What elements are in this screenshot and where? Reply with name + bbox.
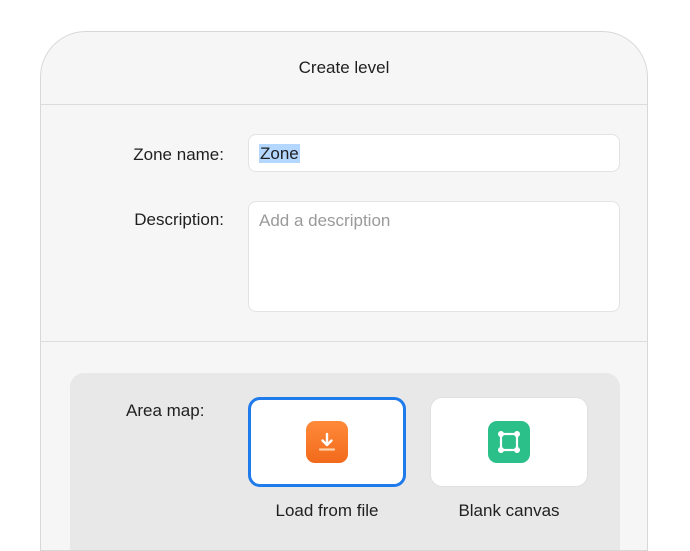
zone-name-label: Zone name: bbox=[133, 145, 224, 164]
description-field[interactable]: Add a description bbox=[248, 201, 620, 312]
area-map-panel: Area map: Load from file Blank canvas bbox=[70, 373, 620, 550]
blank-canvas-option[interactable] bbox=[430, 397, 588, 487]
zone-name-value: Zone bbox=[259, 144, 300, 163]
area-map-label: Area map: bbox=[126, 401, 205, 420]
blank-canvas-icon bbox=[488, 421, 530, 463]
section-divider bbox=[41, 341, 647, 342]
dialog-title-bar: Create level bbox=[41, 32, 647, 105]
create-level-dialog: Create level Zone name: Zone Description… bbox=[40, 31, 648, 551]
dialog-title: Create level bbox=[298, 58, 390, 77]
load-from-file-label: Load from file bbox=[275, 501, 379, 520]
download-icon bbox=[306, 421, 348, 463]
blank-canvas-label: Blank canvas bbox=[458, 501, 560, 520]
description-label: Description: bbox=[134, 210, 224, 229]
description-placeholder: Add a description bbox=[259, 211, 391, 230]
load-from-file-option[interactable] bbox=[248, 397, 406, 487]
zone-name-field[interactable]: Zone bbox=[248, 134, 620, 172]
